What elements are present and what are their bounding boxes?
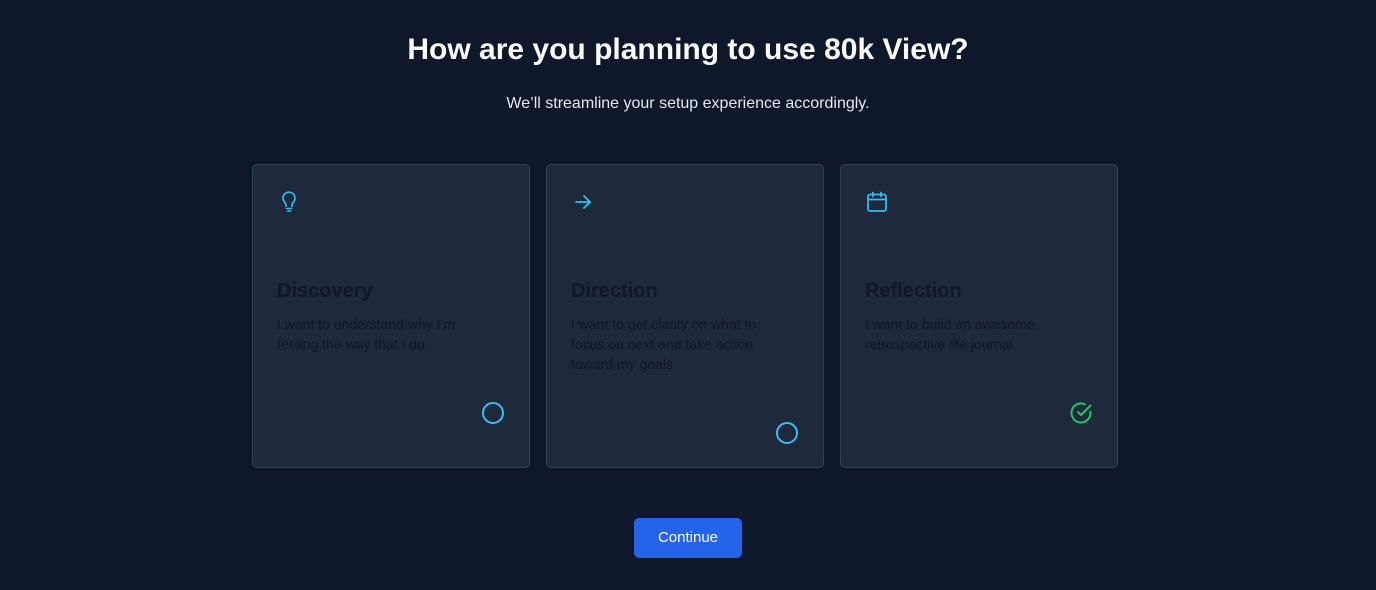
option-title: Reflection <box>865 280 962 302</box>
calendar-icon <box>865 190 889 214</box>
option-card-discovery[interactable]: Discovery I want to understand why I’m f… <box>252 164 530 468</box>
option-description: I want to get clarity on what to focus o… <box>571 316 757 372</box>
option-card-direction[interactable]: Direction I want to get clarity on what … <box>546 164 824 468</box>
lightbulb-icon <box>277 190 301 214</box>
usage-options: Discovery I want to understand why I’m f… <box>252 164 1118 468</box>
check-circle-icon[interactable] <box>1069 401 1093 425</box>
radio-unchecked-icon[interactable] <box>775 421 799 445</box>
option-title: Direction <box>571 280 658 302</box>
option-description: I want to build an awesome, retrospectiv… <box>865 316 1039 352</box>
option-title: Discovery <box>277 280 373 302</box>
page-subtitle: We’ll streamline your setup experience a… <box>506 95 870 112</box>
option-card-reflection[interactable]: Reflection I want to build an awesome, r… <box>840 164 1118 468</box>
arrow-right-icon <box>571 190 595 214</box>
option-description: I want to understand why I’m feeling the… <box>277 316 456 352</box>
continue-button[interactable]: Continue <box>634 518 742 558</box>
radio-unchecked-icon[interactable] <box>481 401 505 425</box>
page-title: How are you planning to use 80k View? <box>407 33 969 66</box>
